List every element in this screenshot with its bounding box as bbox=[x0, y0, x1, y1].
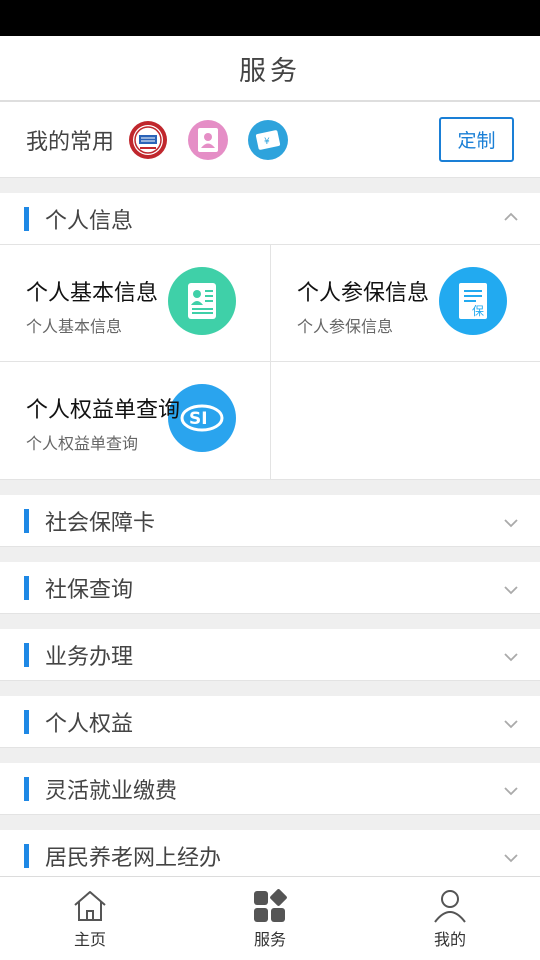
section-title: 个人权益 bbox=[45, 711, 134, 737]
svg-text:¥: ¥ bbox=[264, 137, 270, 147]
section-accent-bar bbox=[24, 843, 29, 868]
section-title: 社会保障卡 bbox=[45, 510, 156, 536]
tab-label: 主页 bbox=[73, 930, 106, 949]
section-accent-bar bbox=[24, 776, 29, 801]
section-header-personal-rights[interactable]: 个人权益 bbox=[0, 696, 540, 748]
section-gap bbox=[0, 748, 540, 763]
home-icon bbox=[74, 891, 106, 921]
section-header-social-security-query[interactable]: 社保查询 bbox=[0, 562, 540, 614]
tab-label: 服务 bbox=[253, 930, 286, 949]
section-accent-bar bbox=[24, 642, 29, 667]
service-item-subtitle: 个人基本信息 bbox=[26, 317, 123, 336]
section-header-personal-info[interactable]: 个人信息 bbox=[0, 193, 540, 245]
service-item-rights-query[interactable]: 个人权益单查询 个人权益单查询 SI bbox=[0, 362, 270, 479]
tab-label: 我的 bbox=[433, 930, 466, 949]
svg-text:SI: SI bbox=[189, 409, 208, 429]
chevron-down-icon bbox=[504, 518, 518, 527]
chevron-down-icon bbox=[504, 652, 518, 661]
svg-text:保: 保 bbox=[472, 304, 484, 318]
section-title: 个人信息 bbox=[45, 208, 134, 234]
tab-services[interactable]: 服务 bbox=[180, 877, 360, 960]
section-gap bbox=[0, 480, 540, 495]
section-header-business-handling[interactable]: 业务办理 bbox=[0, 629, 540, 681]
section-header-flexible-employment-payment[interactable]: 灵活就业缴费 bbox=[0, 763, 540, 815]
section-gap bbox=[0, 178, 540, 193]
tab-mine[interactable]: 我的 bbox=[360, 877, 540, 960]
chevron-down-icon bbox=[504, 853, 518, 862]
chevron-down-icon bbox=[504, 786, 518, 795]
tab-home[interactable]: 主页 bbox=[0, 877, 180, 960]
status-bar bbox=[0, 0, 540, 36]
person-icon bbox=[434, 890, 466, 923]
services-grid-icon bbox=[254, 889, 287, 922]
service-item-title: 个人权益单查询 bbox=[26, 398, 181, 423]
id-card-icon bbox=[168, 267, 236, 335]
section-title: 社保查询 bbox=[45, 577, 134, 603]
yuan-card-icon[interactable]: ¥ bbox=[248, 119, 289, 160]
section-title: 灵活就业缴费 bbox=[45, 778, 178, 804]
section-header-resident-pension-online[interactable]: 居民养老网上经办 bbox=[0, 830, 540, 882]
service-item-empty bbox=[270, 362, 540, 479]
page-title: 服务 bbox=[239, 55, 301, 87]
section-gap bbox=[0, 614, 540, 629]
favorites-label: 我的常用 bbox=[26, 129, 115, 155]
service-item-subtitle: 个人参保信息 bbox=[297, 317, 394, 336]
service-item-insurance-info[interactable]: 个人参保信息 个人参保信息 保 bbox=[270, 245, 540, 362]
service-grid: 个人基本信息 个人基本信息 个人参保信息 个人参保信息 保 个人权益单查询 个人… bbox=[0, 245, 540, 480]
customize-button[interactable]: 定制 bbox=[439, 117, 514, 162]
section-gap bbox=[0, 815, 540, 830]
section-gap bbox=[0, 547, 540, 562]
bottom-tab-bar: 主页 服务 我的 bbox=[0, 876, 540, 960]
service-item-title: 个人基本信息 bbox=[26, 281, 159, 306]
section-accent-bar bbox=[24, 575, 29, 600]
service-item-basic-info[interactable]: 个人基本信息 个人基本信息 bbox=[0, 245, 270, 362]
section-accent-bar bbox=[24, 709, 29, 734]
section-gap bbox=[0, 681, 540, 696]
section-title: 业务办理 bbox=[45, 644, 134, 670]
chevron-up-icon bbox=[504, 212, 518, 221]
section-accent-bar bbox=[24, 508, 29, 533]
chevron-down-icon bbox=[504, 585, 518, 594]
service-item-subtitle: 个人权益单查询 bbox=[26, 434, 139, 453]
nav-bar: 服务 bbox=[0, 36, 540, 102]
social-security-seal-icon[interactable] bbox=[128, 119, 169, 160]
chevron-down-icon bbox=[504, 719, 518, 728]
service-item-title: 个人参保信息 bbox=[297, 281, 430, 306]
section-accent-bar bbox=[24, 206, 29, 231]
insurance-document-icon: 保 bbox=[439, 267, 507, 335]
person-id-card-icon[interactable] bbox=[188, 119, 229, 160]
section-header-social-security-card[interactable]: 社会保障卡 bbox=[0, 495, 540, 547]
section-title: 居民养老网上经办 bbox=[45, 845, 222, 871]
favorites-bar: 我的常用 ¥ 定制 bbox=[0, 102, 540, 178]
